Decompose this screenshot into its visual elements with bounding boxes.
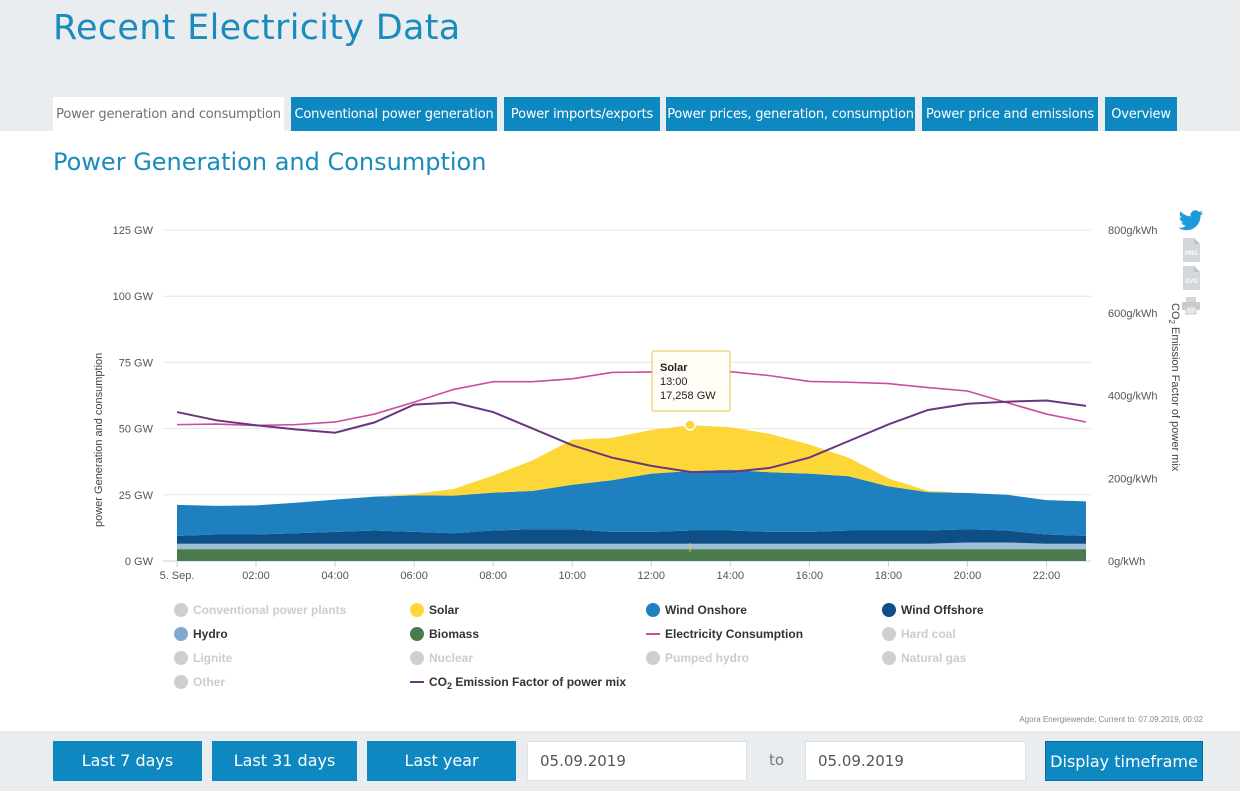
svg-text:PNG: PNG [1185,251,1198,257]
legend-item[interactable]: Lignite [174,651,233,665]
legend-marker [410,627,424,641]
legend-marker [882,651,896,665]
legend-label: CO2 Emission Factor of power mix [429,675,626,691]
x-tick-label: 16:00 [796,570,824,582]
area-wind-onshore [177,469,1086,536]
legend-label: Nuclear [429,651,473,665]
y-right-tick-label: 0g/kWh [1108,556,1145,568]
tab-conventional-power-generation[interactable]: Conventional power generation [291,97,497,131]
x-tick-label: 04:00 [321,570,349,582]
tab-power-imports-exports[interactable]: Power imports/exports [504,97,660,131]
legend-item[interactable]: Hard coal [882,627,956,641]
last-7-days-button[interactable]: Last 7 days [53,741,202,781]
from-date-input[interactable] [527,741,747,781]
tab-power-price-emissions[interactable]: Power price and emissions [922,97,1098,131]
legend-item[interactable]: Wind Onshore [646,603,747,617]
legend-item[interactable]: Pumped hydro [646,651,749,665]
legend-item[interactable]: Solar [410,603,459,617]
tooltip-point [684,419,696,431]
source-note: Agora Energiewende; Current to: 07.09.20… [1019,715,1203,724]
legend-item[interactable]: Wind Offshore [882,603,984,617]
tooltip-value: 17,258 GW [660,390,716,402]
last-year-button[interactable]: Last year [367,741,516,781]
y-right-tick-label: 200g/kWh [1108,473,1158,485]
x-tick-label: 5. Sep. [160,570,195,582]
x-tick-label: 06:00 [400,570,428,582]
tab-power-prices-generation-consumption[interactable]: Power prices, generation, consumption [666,97,915,131]
y-left-tick-label: 125 GW [113,225,154,237]
legend-marker [174,627,188,641]
tab-power-generation-consumption[interactable]: Power generation and consumption [53,97,284,131]
print-icon[interactable] [1181,296,1201,316]
legend-label: Wind Onshore [665,603,747,617]
legend-marker [410,603,424,617]
y-right-tick-label: 400g/kWh [1108,391,1158,403]
to-label: to [769,751,785,769]
legend-item[interactable]: Nuclear [410,651,473,665]
legend-label: Pumped hydro [665,651,749,665]
tooltip-series: Solar [660,362,688,374]
legend-label: Electricity Consumption [665,627,803,641]
x-tick-label: 22:00 [1033,570,1061,582]
x-tick-label: 20:00 [954,570,982,582]
legend-item[interactable]: Natural gas [882,651,967,665]
legend-item[interactable]: Hydro [174,627,228,641]
legend-label: Hard coal [901,627,956,641]
x-tick-label: 14:00 [717,570,745,582]
legend-item[interactable]: Electricity Consumption [646,627,803,641]
legend-label: Wind Offshore [901,603,984,617]
tooltip-time: 13:00 [660,376,688,388]
y-right-tick-label: 600g/kWh [1108,308,1158,320]
area-biomass [177,549,1086,561]
legend-item[interactable]: Biomass [410,627,479,641]
legend-marker [882,627,896,641]
legend-label: Conventional power plants [193,603,347,617]
x-tick-label: 08:00 [479,570,507,582]
legend-marker [882,603,896,617]
y-left-tick-label: 25 GW [119,490,154,502]
legend-label: Other [193,675,225,689]
y-left-axis-title: power Generation and consumption [93,353,105,527]
power-chart: 0 GW 25 GW 50 GW 75 GW 100 GW 125 GW 0g/kWh 200… [93,225,1181,691]
display-timeframe-button[interactable]: Display timeframe [1045,741,1203,781]
legend-item[interactable]: Other [174,675,225,689]
last-31-days-button[interactable]: Last 31 days [212,741,357,781]
legend-marker [646,651,660,665]
legend-item[interactable]: CO2 Emission Factor of power mix [410,675,626,691]
legend-label: Natural gas [901,651,967,665]
legend-label: Biomass [429,627,479,641]
to-date-input[interactable] [805,741,1026,781]
tab-overview[interactable]: Overview [1105,97,1177,131]
legend-marker [646,603,660,617]
y-left-tick-label: 50 GW [119,424,154,436]
legend-label: Hydro [193,627,228,641]
svg-text:SVG: SVG [1185,279,1198,285]
chart-areas [177,425,1086,561]
legend-marker [174,603,188,617]
legend-label: Lignite [193,651,233,665]
chart-legend: Conventional power plants Solar Wind Onsho… [174,603,984,691]
legend-label: Solar [429,603,459,617]
png-download-icon[interactable]: PNG [1181,238,1201,262]
twitter-icon[interactable] [1178,210,1204,232]
timeframe-controls: Last 7 days Last 31 days Last year to Di… [0,731,1240,791]
x-tick-label: 18:00 [875,570,903,582]
y-right-axis-title: CO2 Emission Factor of power mix [1167,303,1181,472]
y-right-tick-label: 800g/kWh [1108,225,1158,237]
x-tick-label: 12:00 [637,570,665,582]
line-electricity-consumption [176,370,1087,427]
svg-download-icon[interactable]: SVG [1181,266,1201,290]
legend-item[interactable]: Conventional power plants [174,603,347,617]
main-panel: Power Generation and Consumption 0 GW 25 … [0,131,1240,731]
x-tick-label: 02:00 [242,570,270,582]
legend-marker [410,651,424,665]
y-left-tick-label: 75 GW [119,357,154,369]
x-tick-label: 10:00 [558,570,586,582]
y-left-tick-label: 100 GW [113,291,154,303]
legend-marker [174,651,188,665]
legend-marker [174,675,188,689]
page-title: Recent Electricity Data [53,8,461,48]
y-left-tick-label: 0 GW [125,556,154,568]
